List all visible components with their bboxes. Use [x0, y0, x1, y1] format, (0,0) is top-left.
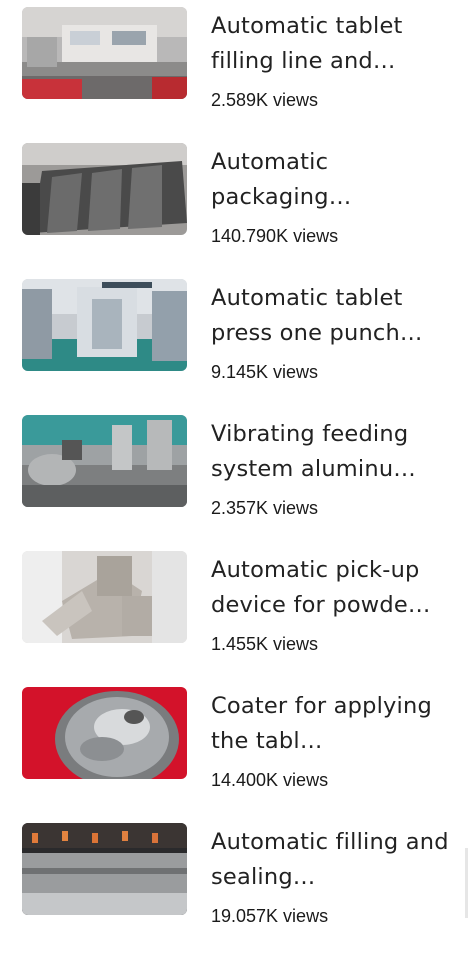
- video-item[interactable]: Automatic pick-up device for powde… 1.45…: [0, 551, 468, 687]
- video-title[interactable]: Automatic tablet filling line and…: [211, 9, 451, 79]
- video-thumbnail[interactable]: [22, 7, 187, 99]
- video-item[interactable]: Automatic tablet press one punch… 9.145K…: [0, 279, 468, 415]
- video-views: 2.589K views: [211, 90, 319, 110]
- video-item[interactable]: Automatic filling and sealing… 19.057K v…: [0, 823, 468, 959]
- video-title[interactable]: Automatic filling and sealing…: [211, 825, 451, 895]
- video-views: 2.357K views: [211, 498, 319, 518]
- video-title[interactable]: Automatic packaging…: [211, 145, 451, 215]
- video-item[interactable]: Coater for applying the tabl… 14.400K vi…: [0, 687, 468, 823]
- video-views: 140.790K views: [211, 226, 339, 246]
- video-title[interactable]: Automatic pick-up device for powde…: [211, 553, 451, 623]
- video-thumbnail[interactable]: [22, 279, 187, 371]
- video-thumbnail[interactable]: [22, 823, 187, 915]
- video-views: 1.455K views: [211, 634, 319, 654]
- video-title[interactable]: Vibrating feeding system aluminu…: [211, 417, 451, 487]
- video-views: 19.057K views: [211, 906, 329, 926]
- video-views: 14.400K views: [211, 770, 329, 790]
- video-thumbnail[interactable]: [22, 143, 187, 235]
- video-title[interactable]: Automatic tablet press one punch…: [211, 281, 451, 351]
- video-title[interactable]: Coater for applying the tabl…: [211, 689, 451, 759]
- video-views: 9.145K views: [211, 362, 319, 382]
- video-item[interactable]: Automatic packaging… 140.790K views: [0, 143, 468, 279]
- video-thumbnail[interactable]: [22, 687, 187, 779]
- video-thumbnail[interactable]: [22, 415, 187, 507]
- video-thumbnail[interactable]: [22, 551, 187, 643]
- video-item[interactable]: Automatic tablet filling line and… 2.589…: [0, 7, 468, 143]
- video-item[interactable]: Vibrating feeding system aluminu… 2.357K…: [0, 415, 468, 551]
